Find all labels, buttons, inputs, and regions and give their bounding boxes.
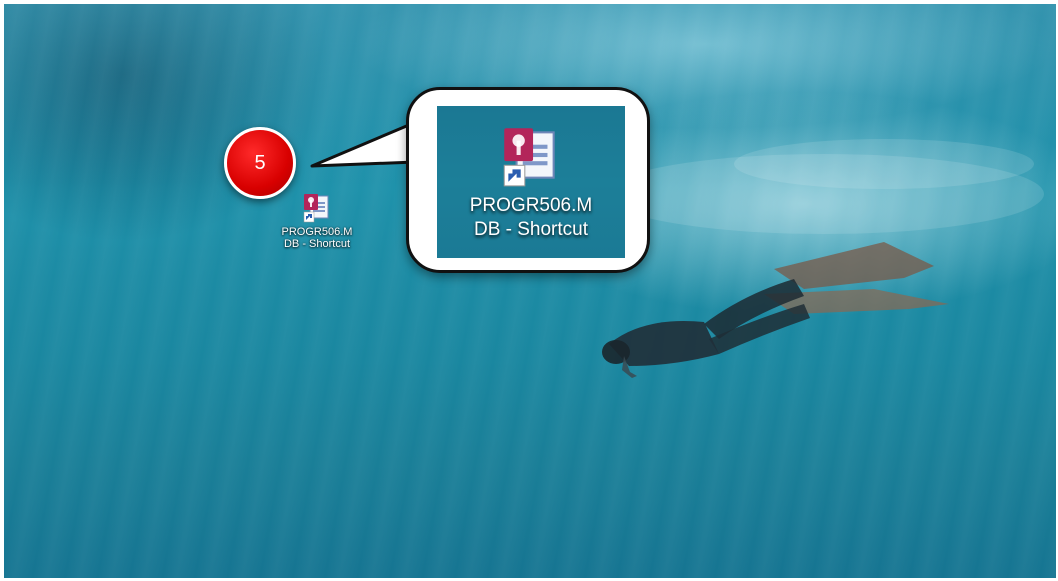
shortcut-label-line2: DB - Shortcut bbox=[283, 238, 351, 250]
zoomed-label-line2: DB - Shortcut bbox=[473, 219, 589, 240]
zoomed-icon-panel: PROGR506.M DB - Shortcut bbox=[437, 106, 625, 258]
access-database-shortcut-icon bbox=[303, 194, 329, 223]
callout-zoom-bubble: PROGR506.M DB - Shortcut bbox=[406, 87, 650, 273]
step-number: 5 bbox=[254, 151, 266, 174]
shortcut-label-line1: PROGR506.M bbox=[281, 226, 353, 238]
access-database-shortcut-icon bbox=[503, 128, 555, 187]
zoomed-label-line1: PROGR506.M bbox=[469, 195, 593, 216]
step-number-badge: 5 bbox=[224, 127, 296, 199]
desktop-background: PROGR506.M DB - Shortcut 5 PROGR506.M DB… bbox=[4, 4, 1056, 578]
desktop-shortcut-progr506[interactable]: PROGR506.M DB - Shortcut bbox=[270, 190, 364, 250]
